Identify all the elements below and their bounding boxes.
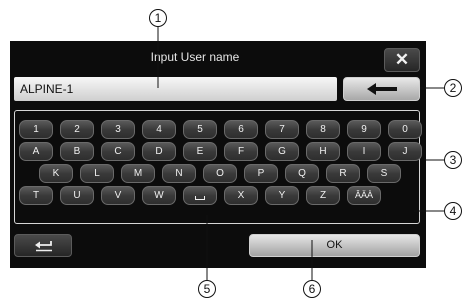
key-m[interactable]: M <box>121 164 155 183</box>
callout-2: 2 <box>444 79 462 97</box>
key-w[interactable]: W <box>142 186 176 205</box>
space-key[interactable] <box>183 186 217 205</box>
key-4[interactable]: 4 <box>142 120 176 139</box>
key-3[interactable]: 3 <box>101 120 135 139</box>
user-name-input[interactable]: ALPINE-1 <box>14 77 337 101</box>
key-h[interactable]: H <box>306 142 340 161</box>
key-0[interactable]: 0 <box>388 120 422 139</box>
key-p[interactable]: P <box>244 164 278 183</box>
key-t[interactable]: T <box>19 186 53 205</box>
key-6[interactable]: 6 <box>224 120 258 139</box>
key-g[interactable]: G <box>265 142 299 161</box>
key-n[interactable]: N <box>162 164 196 183</box>
screen-title: Input User name <box>150 50 240 64</box>
manual-figure: Input User name ✕ ALPINE-1 1234567890ABC… <box>0 0 466 299</box>
backspace-button[interactable] <box>343 77 420 101</box>
key-e[interactable]: E <box>183 142 217 161</box>
key-u[interactable]: U <box>60 186 94 205</box>
key-r[interactable]: R <box>326 164 360 183</box>
key-8[interactable]: 8 <box>306 120 340 139</box>
key-c[interactable]: C <box>101 142 135 161</box>
left-arrow-icon <box>367 83 397 95</box>
callout-4: 4 <box>444 202 462 220</box>
key-f[interactable]: F <box>224 142 258 161</box>
key-2[interactable]: 2 <box>60 120 94 139</box>
key-a[interactable]: A <box>19 142 53 161</box>
key-y[interactable]: Y <box>265 186 299 205</box>
return-button[interactable] <box>14 234 72 257</box>
key-l[interactable]: L <box>80 164 114 183</box>
key-k[interactable]: K <box>39 164 73 183</box>
ok-button[interactable]: OK <box>249 234 420 257</box>
key-d[interactable]: D <box>142 142 176 161</box>
key-1[interactable]: 1 <box>19 120 53 139</box>
key-b[interactable]: B <box>60 142 94 161</box>
callout-3: 3 <box>444 151 462 169</box>
close-button[interactable]: ✕ <box>384 48 420 72</box>
return-arrow-icon <box>35 241 52 252</box>
accent-key[interactable]: ÂÄÀ <box>347 186 381 205</box>
callout-1: 1 <box>149 9 167 27</box>
key-q[interactable]: Q <box>285 164 319 183</box>
key-i[interactable]: I <box>347 142 381 161</box>
key-9[interactable]: 9 <box>347 120 381 139</box>
callout-6: 6 <box>303 280 321 298</box>
key-o[interactable]: O <box>203 164 237 183</box>
key-v[interactable]: V <box>101 186 135 205</box>
key-j[interactable]: J <box>388 142 422 161</box>
input-screen: Input User name ✕ ALPINE-1 1234567890 ABC… <box>10 41 426 268</box>
key-7[interactable]: 7 <box>265 120 299 139</box>
callout-5: 5 <box>198 280 216 298</box>
space-bar-icon <box>195 196 205 200</box>
key-5[interactable]: 5 <box>183 120 217 139</box>
key-z[interactable]: Z <box>306 186 340 205</box>
key-s[interactable]: S <box>367 164 401 183</box>
key-x[interactable]: X <box>224 186 258 205</box>
